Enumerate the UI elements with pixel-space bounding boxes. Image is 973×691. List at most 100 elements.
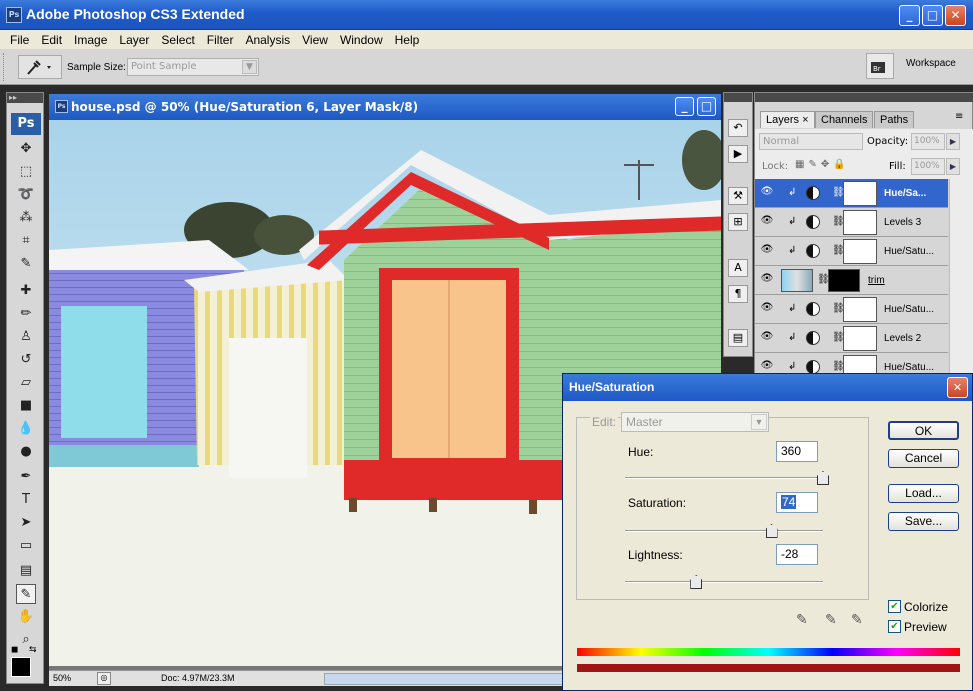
magic-wand-tool-icon[interactable]: ⁂ xyxy=(16,208,36,228)
photoshop-logo[interactable]: Ps xyxy=(11,113,41,135)
visibility-eye-icon[interactable]: 👁 xyxy=(759,360,775,374)
document-title-bar[interactable]: Ps house.psd @ 50% (Hue/Saturation 6, La… xyxy=(49,94,721,120)
layer-row[interactable]: 👁 ↲ ⛓ Levels 2 xyxy=(755,324,948,353)
healing-brush-icon[interactable]: ✚ xyxy=(16,281,36,301)
visibility-eye-icon[interactable]: 👁 xyxy=(759,302,775,316)
type-tool-icon[interactable]: T xyxy=(16,490,36,510)
visibility-eye-icon[interactable]: 👁 xyxy=(759,244,775,258)
tab-layers[interactable]: Layers × xyxy=(760,111,815,128)
layer-mask-thumbnail[interactable] xyxy=(843,297,877,322)
opacity-input[interactable]: 100% xyxy=(911,133,945,150)
clone-stamp-icon[interactable]: ♙ xyxy=(16,327,36,347)
visibility-eye-icon[interactable]: 👁 xyxy=(759,186,775,200)
save-button[interactable]: Save... xyxy=(888,512,959,531)
colorize-checkbox[interactable]: ✔ xyxy=(888,600,901,613)
lightness-input[interactable]: -28 xyxy=(776,544,818,565)
foreground-color-swatch[interactable] xyxy=(11,657,31,677)
pen-tool-icon[interactable]: ✒ xyxy=(16,467,36,487)
workspace-menu[interactable]: Workspace xyxy=(906,58,956,69)
menu-help[interactable]: Help xyxy=(389,33,426,47)
eyedropper-icon[interactable]: ✎ xyxy=(796,612,808,628)
tool-presets-icon[interactable]: ⚒ xyxy=(728,187,748,205)
doc-maximize-button[interactable]: □ xyxy=(697,97,716,116)
hue-slider-track[interactable] xyxy=(625,477,823,479)
bridge-button[interactable]: Br xyxy=(866,53,894,79)
path-selection-icon[interactable]: ➤ xyxy=(16,513,36,533)
blend-mode-select[interactable]: Normal xyxy=(759,133,863,150)
eraser-tool-icon[interactable]: ▱ xyxy=(16,373,36,393)
crop-tool-icon[interactable]: ⌗ xyxy=(16,231,36,251)
character-panel-icon[interactable]: A xyxy=(728,259,748,277)
move-tool-icon[interactable]: ✥ xyxy=(16,139,36,159)
saturation-slider-track[interactable] xyxy=(625,530,823,532)
lock-icons[interactable]: ▦✎✥🔒 xyxy=(795,159,850,170)
layers-panel-header[interactable] xyxy=(755,93,973,102)
minimize-button[interactable]: _ xyxy=(899,5,920,26)
fill-arrow-icon[interactable]: ▶ xyxy=(946,158,960,175)
tool-preset-picker[interactable] xyxy=(18,55,62,79)
cancel-button[interactable]: Cancel xyxy=(888,449,959,468)
actions-panel-icon[interactable]: ▶ xyxy=(728,145,748,163)
saturation-input[interactable]: 74 xyxy=(776,492,818,513)
paragraph-panel-icon[interactable]: ¶ xyxy=(728,285,748,303)
zoom-level[interactable]: 50% xyxy=(53,673,71,683)
history-brush-icon[interactable]: ↺ xyxy=(16,350,36,370)
default-colors-icon[interactable]: ◼ xyxy=(11,645,18,655)
layer-row[interactable]: 👁 ⛓ trim xyxy=(755,266,948,295)
layer-mask-thumbnail[interactable] xyxy=(843,181,877,206)
dialog-title[interactable]: Hue/Saturation xyxy=(563,374,972,401)
layer-row[interactable]: 👁 ↲ ⛓ Hue/Satu... xyxy=(755,295,948,324)
layer-row[interactable]: 👁 ↲ ⛓ Hue/Satu... xyxy=(755,237,948,266)
menu-file[interactable]: File xyxy=(4,33,35,47)
menu-image[interactable]: Image xyxy=(68,33,113,47)
layer-mask-thumbnail[interactable] xyxy=(843,239,877,264)
horizontal-scrollbar[interactable] xyxy=(324,673,564,685)
lasso-tool-icon[interactable]: ➰ xyxy=(16,185,36,205)
maximize-button[interactable]: □ xyxy=(922,5,943,26)
eyedropper-plus-icon[interactable]: ✎ xyxy=(825,612,837,628)
eyedropper-tool-icon[interactable]: ✎ xyxy=(16,584,36,604)
dialog-close-button[interactable]: ✕ xyxy=(947,377,968,398)
menu-view[interactable]: View xyxy=(296,33,334,47)
load-button[interactable]: Load... xyxy=(888,484,959,503)
edit-select[interactable]: Master ▼ xyxy=(621,412,769,432)
tab-channels[interactable]: Channels xyxy=(815,111,874,128)
layer-row[interactable]: 👁 ↲ ⛓ Levels 3 xyxy=(755,208,948,237)
layer-thumbnail[interactable] xyxy=(781,269,813,292)
layer-mask-thumbnail[interactable] xyxy=(843,210,877,235)
notes-tool-icon[interactable]: ▤ xyxy=(16,561,36,581)
slice-tool-icon[interactable]: ✎ xyxy=(16,254,36,274)
menu-filter[interactable]: Filter xyxy=(201,33,240,47)
layer-row[interactable]: 👁 ↲ ⛓ Hue/Sa... xyxy=(755,179,948,208)
layer-mask-thumbnail[interactable] xyxy=(828,269,860,292)
lightness-slider-track[interactable] xyxy=(625,581,823,583)
toolbox-header[interactable]: ▸▸ xyxy=(7,93,43,103)
layer-comps-icon[interactable]: ▤ xyxy=(728,329,748,347)
opacity-arrow-icon[interactable]: ▶ xyxy=(946,133,960,150)
visibility-eye-icon[interactable]: 👁 xyxy=(759,273,775,287)
eyedropper-minus-icon[interactable]: ✎ xyxy=(851,612,863,628)
options-grip[interactable] xyxy=(3,53,6,81)
blur-tool-icon[interactable]: 💧 xyxy=(16,419,36,439)
preview-checkbox[interactable]: ✔ xyxy=(888,620,901,633)
hue-input[interactable]: 360 xyxy=(776,441,818,462)
tab-paths[interactable]: Paths xyxy=(874,111,915,128)
menu-edit[interactable]: Edit xyxy=(35,33,68,47)
swap-colors-icon[interactable]: ⇆ xyxy=(29,645,37,655)
menu-analysis[interactable]: Analysis xyxy=(239,33,296,47)
layers-scrollbar[interactable] xyxy=(949,179,973,383)
menu-select[interactable]: Select xyxy=(155,33,200,47)
visibility-eye-icon[interactable]: 👁 xyxy=(759,215,775,229)
gradient-tool-icon[interactable]: ■ xyxy=(16,396,36,416)
clone-source-icon[interactable]: ⊞ xyxy=(728,213,748,231)
history-panel-icon[interactable]: ↶ xyxy=(728,119,748,137)
fill-input[interactable]: 100% xyxy=(911,158,945,175)
menu-layer[interactable]: Layer xyxy=(113,33,155,47)
status-menu-icon[interactable]: ◎ xyxy=(97,672,111,685)
visibility-eye-icon[interactable]: 👁 xyxy=(759,331,775,345)
marquee-tool-icon[interactable]: ⬚ xyxy=(16,162,36,182)
doc-minimize-button[interactable]: _ xyxy=(675,97,694,116)
hand-tool-icon[interactable]: ✋ xyxy=(16,607,36,627)
dodge-tool-icon[interactable]: ● xyxy=(16,442,36,462)
shape-tool-icon[interactable]: ▭ xyxy=(16,536,36,556)
